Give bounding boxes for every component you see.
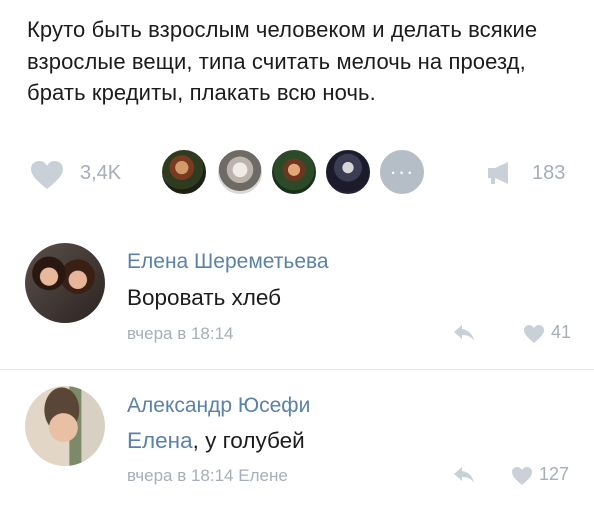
comment-text-body: , у голубей [192,428,305,453]
share-count[interactable]: 183 [532,162,565,185]
avatar [270,148,318,196]
comment-divider [0,369,594,370]
reply-mention-link[interactable]: Елена [127,428,193,453]
comment-like-count[interactable]: 41 [551,322,571,343]
comment-text: Елена, у голубей [127,428,305,454]
megaphone-icon[interactable] [486,160,516,186]
comment-author[interactable]: Елена Шереметьева [127,250,329,274]
comment-like-count[interactable]: 127 [539,464,569,485]
avatar [324,148,372,196]
avatar [160,148,208,196]
post-text: Круто быть взрослым человеком и делать в… [27,17,538,105]
heart-icon[interactable] [523,324,545,344]
avatar[interactable] [25,243,105,323]
more-likers-button[interactable]: ··· [378,148,426,196]
reply-icon[interactable] [452,323,476,343]
comment-time: вчера в 18:14 Елене [127,466,288,485]
heart-icon[interactable] [30,160,64,190]
comment-author[interactable]: Александр Юсефи [127,394,310,418]
comment-time: вчера в 18:14 [127,324,234,343]
avatar[interactable] [25,386,105,466]
reply-icon[interactable] [452,465,476,485]
comment-text: Воровать хлеб [127,285,282,310]
like-count[interactable]: 3,4K [80,162,121,185]
avatar [216,148,264,196]
heart-icon[interactable] [511,466,533,486]
